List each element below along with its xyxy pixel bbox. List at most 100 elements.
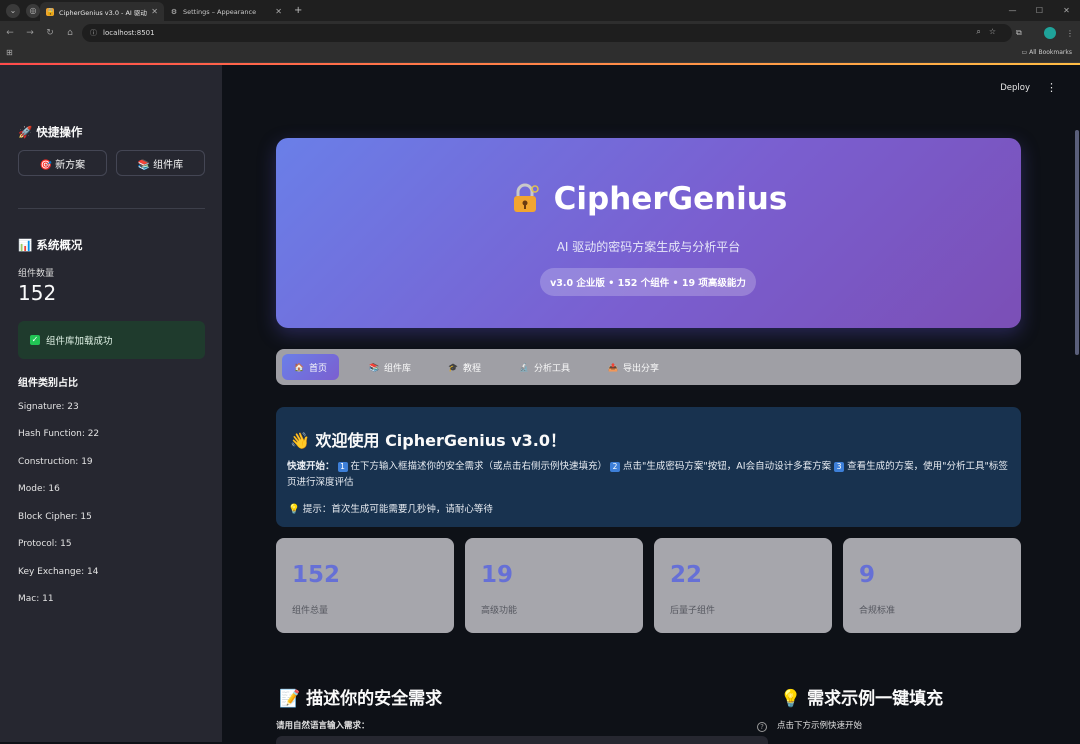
tip-text: 💡 提示：首次生成可能需要几秒钟，请耐心等待	[288, 504, 493, 515]
folder-icon: ▭	[1021, 49, 1030, 56]
forward-icon[interactable]: →	[20, 28, 40, 38]
reload-icon[interactable]: ↻	[40, 28, 60, 38]
stat-card: 152 组件总量	[276, 538, 454, 633]
omnibox-actions: ⌕☆	[976, 27, 1004, 37]
component-library-button[interactable]: 📚 组件库	[116, 150, 205, 176]
scrollbar[interactable]	[1074, 65, 1080, 742]
category-item: Block Cipher: 15	[18, 512, 92, 522]
step-number-badge: 1	[337, 462, 348, 472]
address-bar[interactable]: ⓘ localhost:8501 ⌕☆	[82, 24, 1012, 42]
all-bookmarks-button[interactable]: ▭ All Bookmarks	[1022, 49, 1072, 56]
examples-hint-text: 点击下方示例快速开始	[777, 721, 863, 731]
step-1-text: 在下方输入框描述你的安全需求（或点击右侧示例快速填充）	[350, 461, 608, 472]
bookmarks-bar: ⊞ ▭ All Bookmarks	[0, 45, 1080, 63]
tab-export-share[interactable]: 📤 导出分享	[596, 354, 671, 380]
component-count-value: 152	[18, 281, 57, 305]
requirements-heading: 📝 描述你的安全需求	[279, 689, 443, 709]
stat-label: 后量子组件	[670, 606, 716, 616]
requirements-textarea[interactable]	[276, 736, 768, 744]
quick-start-text: 快速开始： 1 在下方输入框描述你的安全需求（或点击右侧示例快速填充） 2 点击"生成密…	[287, 459, 1012, 491]
tab-component-library[interactable]: 📚 组件库	[357, 354, 423, 380]
close-tab-icon[interactable]: ✕	[275, 7, 282, 16]
url-text: localhost:8501	[103, 29, 155, 37]
star-icon[interactable]: ☆	[989, 27, 1004, 36]
category-item: Hash Function: 22	[18, 429, 100, 439]
tab-search-icon[interactable]: ⌄	[6, 3, 20, 18]
check-icon: ✓	[30, 335, 40, 345]
stat-label: 合规标准	[859, 606, 896, 616]
back-icon[interactable]: ←	[0, 28, 20, 38]
version-badge: v3.0 企业版 • 152 个组件 • 19 项高级能力	[540, 268, 756, 296]
nav-tabs: 🏠 首页 📚 组件库 🎓 教程 🔬 分析工具 📤 导出分享	[276, 349, 1021, 385]
tab-label: 首页	[308, 363, 327, 374]
graduation-cap-icon: 🎓	[448, 362, 458, 372]
welcome-title: 👋 欢迎使用 CipherGenius v3.0！	[290, 431, 566, 450]
browser-tab-settings[interactable]: ⚙ Settings – Appearance ✕	[164, 2, 288, 21]
category-item: Protocol: 15	[18, 539, 72, 549]
stat-value: 19	[481, 562, 514, 588]
site-info-icon[interactable]: ⓘ	[90, 28, 97, 38]
quick-start-label: 快速开始：	[287, 461, 335, 472]
app-menu-icon[interactable]: ⋮	[1046, 81, 1057, 94]
close-window-icon[interactable]: ✕	[1053, 6, 1080, 15]
step-2-text: 点击"生成密码方案"按钮，AI会自动设计多套方案	[623, 461, 832, 472]
load-success-alert: ✓ 组件库加载成功	[18, 321, 205, 359]
sidebar-divider	[18, 208, 205, 209]
category-item: Construction: 19	[18, 457, 93, 467]
step-number-badge: 2	[610, 462, 621, 472]
lock-favicon-icon: 🔒	[46, 7, 55, 16]
category-item: Mode: 16	[18, 484, 60, 494]
browser-tab-title: Settings – Appearance	[183, 7, 257, 16]
welcome-info-box: 👋 欢迎使用 CipherGenius v3.0！ 快速开始： 1 在下方输入框描述…	[276, 407, 1021, 527]
minimize-icon[interactable]: —	[999, 6, 1026, 15]
tab-label: 组件库	[383, 363, 411, 374]
deploy-button[interactable]: Deploy	[1000, 83, 1030, 93]
tab-analysis-tools[interactable]: 🔬 分析工具	[507, 354, 582, 380]
browser-tab-title: CipherGenius v3.0 - AI 驱动方案	[59, 8, 147, 17]
maximize-icon[interactable]: ☐	[1026, 6, 1053, 15]
extensions-icon[interactable]: ⧉	[1016, 24, 1022, 42]
outbox-icon: 📤	[608, 362, 618, 372]
browser-tab-ciphergenius[interactable]: 🔒 CipherGenius v3.0 - AI 驱动方案 ✕	[40, 2, 164, 21]
examples-hint: ? 点击下方示例快速开始	[757, 719, 862, 732]
examples-heading: 💡 需求示例一键填充	[780, 689, 944, 709]
home-icon[interactable]: ⌂	[60, 28, 80, 38]
stat-card: 22 后量子组件	[654, 538, 832, 633]
all-bookmarks-label: All Bookmarks	[1029, 49, 1072, 56]
lock-key-icon	[513, 183, 539, 212]
step-number-badge: 3	[834, 462, 845, 472]
window-controls: — ☐ ✕	[999, 0, 1080, 21]
load-success-text: 组件库加载成功	[46, 336, 113, 347]
help-icon[interactable]: ?	[757, 722, 767, 732]
category-ratio-heading: 组件类别占比	[18, 378, 78, 389]
stat-label: 高级功能	[481, 606, 518, 616]
new-tab-icon[interactable]: +	[294, 5, 302, 16]
system-overview-heading: 📊 系统概况	[18, 238, 83, 252]
apps-grid-icon[interactable]: ⊞	[6, 48, 13, 57]
tab-tutorial[interactable]: 🎓 教程	[436, 354, 493, 380]
sidebar: 🚀 快捷操作 🎯 新方案 📚 组件库 📊 系统概况 组件数量 152 ✓ 组件库…	[0, 65, 222, 742]
house-icon: 🏠	[294, 362, 304, 372]
scrollbar-thumb[interactable]	[1075, 130, 1079, 355]
stat-card: 9 合规标准	[843, 538, 1021, 633]
zoom-icon[interactable]: ⌕	[976, 27, 988, 36]
requirements-input-label: 请用自然语言输入需求：	[276, 721, 370, 731]
browser-menu-icon[interactable]: ⋮	[1066, 24, 1074, 42]
browser-globe-icon[interactable]: ◎	[26, 3, 40, 18]
gear-favicon-icon: ⚙	[170, 7, 178, 16]
tab-label: 导出分享	[622, 363, 659, 374]
tab-label: 教程	[462, 363, 481, 374]
category-item: Key Exchange: 14	[18, 567, 99, 577]
stat-label: 组件总量	[292, 606, 329, 616]
tab-label: 分析工具	[533, 363, 570, 374]
new-plan-button[interactable]: 🎯 新方案	[18, 150, 107, 176]
profile-avatar[interactable]	[1044, 24, 1056, 42]
hero-title-text: CipherGenius	[553, 181, 788, 217]
close-tab-icon[interactable]: ✕	[151, 7, 158, 16]
tab-home[interactable]: 🏠 首页	[282, 354, 339, 380]
stat-value: 22	[670, 562, 703, 588]
category-item: Signature: 23	[18, 402, 79, 412]
stat-value: 9	[859, 562, 876, 588]
quick-actions-heading: 🚀 快捷操作	[18, 125, 83, 139]
browser-toolbar: ← → ↻ ⌂ ⓘ localhost:8501 ⌕☆ ⧉ ⋮	[0, 21, 1080, 45]
